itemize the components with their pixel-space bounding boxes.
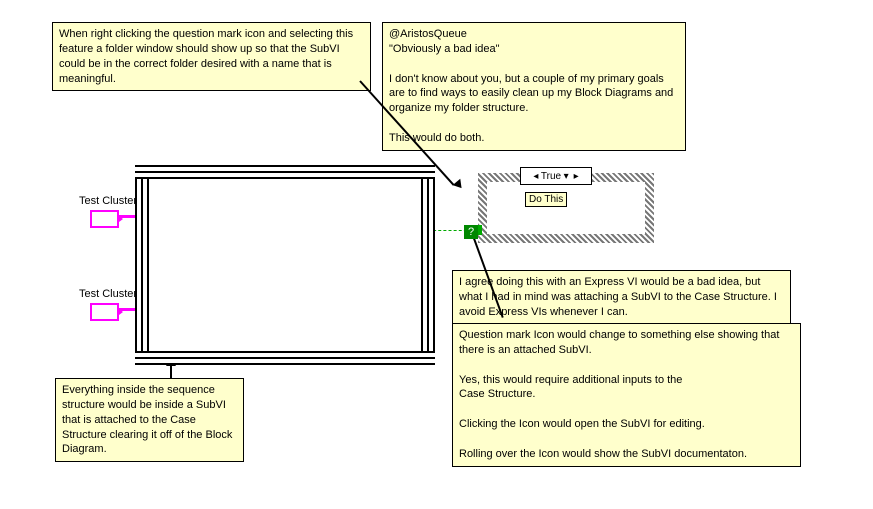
case-inner-label: Do This [525,192,567,207]
chevron-down-icon[interactable]: ▾ [561,171,571,182]
case-selector-value: True [541,171,561,182]
chevron-right-icon[interactable]: ▸ [571,171,581,182]
case-structure[interactable] [487,182,645,234]
cluster-two-terminal[interactable] [90,303,119,321]
cluster-one-terminal[interactable] [90,210,119,228]
case-selector[interactable]: ◂ True ▾ ▸ [520,167,592,185]
sequence-structure[interactable] [149,179,421,351]
comment-top-right: @AristosQueue "Obviously a bad idea" I d… [382,22,686,151]
comment-bottom-left: Everything inside the sequence structure… [55,378,244,462]
callout-line [170,365,172,378]
arrowhead-icon [453,179,466,192]
chevron-left-icon[interactable]: ◂ [531,171,541,182]
comment-bottom-right: Question mark Icon would change to somet… [452,323,801,467]
question-mark-icon[interactable]: ? [464,225,478,239]
comment-top-left: When right clicking the question mark ic… [52,22,371,91]
